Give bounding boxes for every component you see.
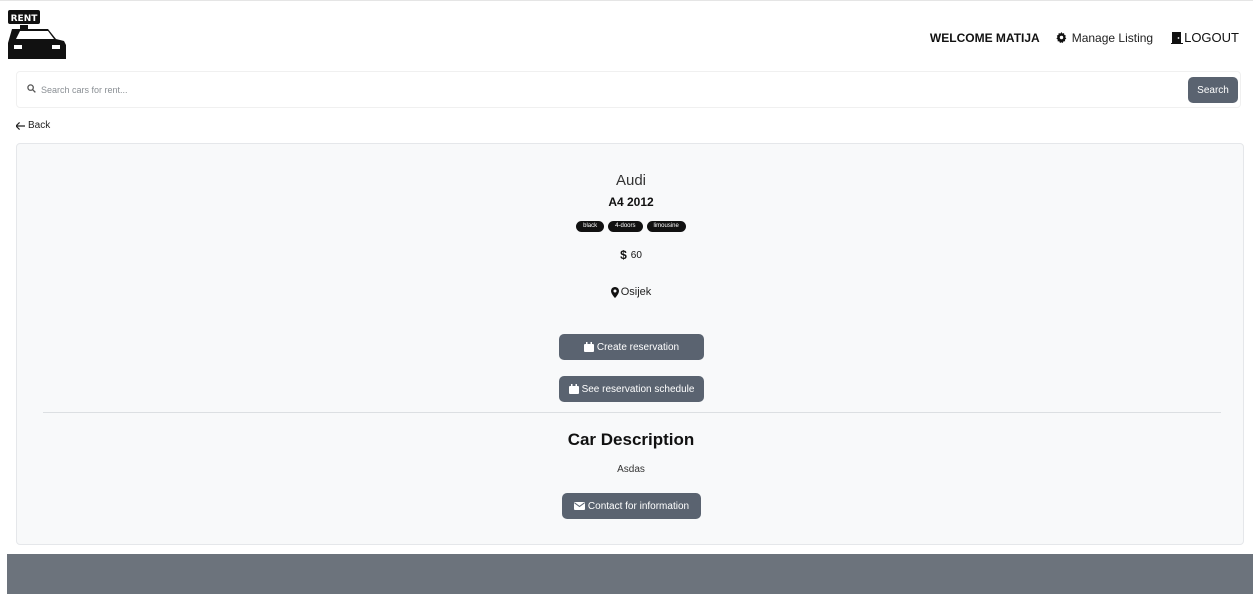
see-schedule-label: See reservation schedule <box>581 383 695 395</box>
calendar-icon <box>583 342 594 352</box>
car-rent-logo-icon[interactable]: RENT <box>6 9 68 63</box>
envelope-icon <box>573 502 585 510</box>
map-pin-icon <box>610 286 619 298</box>
tag-badge: 4-doors <box>608 221 643 232</box>
car-model: A4 2012 <box>608 195 654 209</box>
back-label: Back <box>28 120 51 131</box>
contact-button[interactable]: Contact for information <box>562 493 701 519</box>
create-reservation-button[interactable]: Create reservation <box>559 334 704 360</box>
logout-label: LOGOUT <box>1184 30 1239 45</box>
currency-symbol: $ <box>620 248 627 262</box>
car-price: $ 60 <box>17 248 1245 262</box>
footer <box>7 554 1253 594</box>
car-make: Audi <box>615 172 647 189</box>
tag-badge: black <box>576 221 605 232</box>
car-tags: black 4-doors limousine <box>17 221 1245 232</box>
section-divider <box>43 412 1221 413</box>
car-detail-card: Audi A4 2012 black 4-doors limousine $ 6… <box>16 143 1244 545</box>
nav-links: WELCOME MATIJA Manage Listing LOGOUT <box>930 30 1239 45</box>
calendar-icon <box>568 384 579 394</box>
manage-listing-link[interactable]: Manage Listing <box>1056 31 1153 45</box>
price-value: 60 <box>630 249 642 261</box>
description-title: Car Description <box>567 430 695 449</box>
create-reservation-label: Create reservation <box>596 341 680 353</box>
search-bar: Search <box>16 71 1241 108</box>
welcome-text: WELCOME MATIJA <box>929 30 1040 45</box>
car-location: Osijek <box>17 286 1245 298</box>
description-text: Asdas <box>617 464 645 475</box>
contact-label: Contact for information <box>587 500 690 512</box>
see-schedule-button[interactable]: See reservation schedule <box>559 376 704 402</box>
top-navbar: RENT WELCOME MATIJA Manage Listing LOGOU… <box>0 0 1253 66</box>
back-link[interactable]: Back <box>16 120 50 131</box>
logo-text: RENT <box>11 14 39 24</box>
door-icon <box>1171 31 1184 44</box>
gear-icon <box>1056 32 1067 43</box>
manage-listing-label: Manage Listing <box>1071 30 1154 45</box>
search-input[interactable] <box>41 80 1141 100</box>
location-label: Osijek <box>620 286 652 298</box>
logout-link[interactable]: LOGOUT <box>1171 30 1239 45</box>
tag-badge: limousine <box>646 221 686 232</box>
arrow-left-icon <box>16 121 25 130</box>
search-button[interactable]: Search <box>1188 77 1238 103</box>
search-icon <box>27 84 36 93</box>
